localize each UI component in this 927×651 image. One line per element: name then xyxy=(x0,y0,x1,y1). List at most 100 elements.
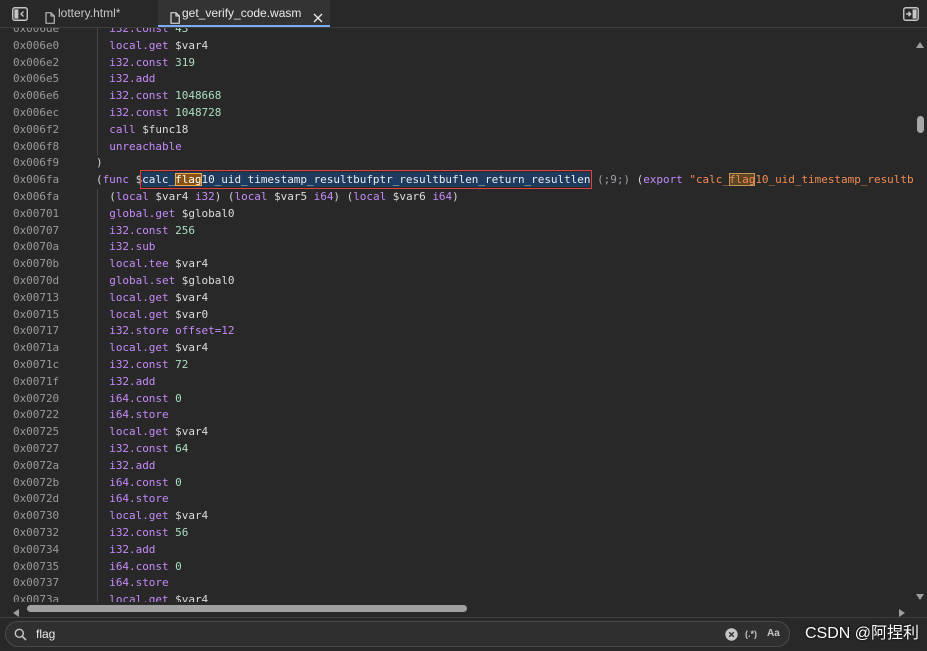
scroll-up-arrow-icon[interactable] xyxy=(916,35,924,53)
scroll-down-arrow-icon[interactable] xyxy=(916,587,924,605)
line-address[interactable]: 0x0072b xyxy=(13,475,59,492)
code-line[interactable]: 0x006f8 unreachable xyxy=(0,138,913,156)
code-line[interactable]: 0x00737 i64.store xyxy=(0,575,913,592)
line-address[interactable]: 0x0071a xyxy=(13,340,59,357)
line-address[interactable]: 0x0070a xyxy=(13,239,59,256)
keyword-token: call xyxy=(109,122,143,136)
keyword-token: local.get xyxy=(109,38,176,52)
line-address[interactable]: 0x00730 xyxy=(13,508,59,525)
keyword-token: i32.add xyxy=(109,458,156,472)
keyword-token: export xyxy=(643,173,690,187)
line-address[interactable]: 0x00722 xyxy=(13,407,59,424)
toggle-debugger-icon[interactable] xyxy=(903,7,919,21)
line-address[interactable]: 0x00701 xyxy=(13,206,59,223)
code-line[interactable]: 0x00732 i32.const 56 xyxy=(0,524,913,542)
line-address[interactable]: 0x00717 xyxy=(13,323,59,340)
line-address[interactable]: 0x006fa xyxy=(13,189,59,206)
code-line[interactable]: 0x00715 local.get $var0 xyxy=(0,306,913,324)
line-address[interactable]: 0x006de xyxy=(13,28,59,38)
code-line[interactable]: 0x0072d i64.store xyxy=(0,491,913,508)
line-address[interactable]: 0x00732 xyxy=(13,525,59,542)
line-address[interactable]: 0x00720 xyxy=(13,391,59,408)
code-line[interactable]: 0x006fa (func $calc_flag10_uid_timestamp_… xyxy=(0,170,913,190)
code-line[interactable]: 0x006ec i32.const 1048728 xyxy=(0,104,913,122)
search-box[interactable]: (.*) Aa xyxy=(5,621,790,647)
tab-lottery-html[interactable]: lottery.html* xyxy=(36,0,156,27)
code-line[interactable]: 0x006e5 i32.add xyxy=(0,71,913,88)
line-code: unreachable xyxy=(96,139,182,156)
toggle-navigator-icon[interactable] xyxy=(12,7,28,21)
line-address[interactable]: 0x00725 xyxy=(13,424,59,441)
code-line[interactable]: 0x0071f i32.add xyxy=(0,373,913,391)
code-line[interactable]: 0x006e6 i32.const 1048668 xyxy=(0,88,913,105)
code-line[interactable]: 0x006e2 i32.const 319 xyxy=(0,54,913,72)
regex-toggle-button[interactable]: (.*) xyxy=(745,622,757,646)
function-name-token: calc_ xyxy=(142,173,176,187)
code-editor[interactable]: 0x006de i32.const 43 0x006e0 local.get $var… xyxy=(0,28,913,602)
horizontal-scroll-thumb[interactable] xyxy=(27,605,467,612)
code-line[interactable]: 0x006f2 call $func18 xyxy=(0,121,913,139)
line-address[interactable]: 0x0073a xyxy=(13,592,59,602)
code-line[interactable]: 0x0072b i64.const 0 xyxy=(0,474,913,492)
line-address[interactable]: 0x00737 xyxy=(13,575,59,592)
code-line[interactable]: 0x00713 local.get $var4 xyxy=(0,289,913,307)
line-address[interactable]: 0x006e6 xyxy=(13,88,59,105)
code-line[interactable]: 0x00725 local.get $var4 xyxy=(0,424,913,441)
line-address[interactable]: 0x0071c xyxy=(13,357,59,374)
code-line[interactable]: 0x0072a i32.add xyxy=(0,457,913,475)
code-line[interactable]: 0x0070b local.tee $var4 xyxy=(0,256,913,273)
code-line[interactable]: 0x00717 i32.store offset=12 xyxy=(0,323,913,340)
close-icon[interactable] xyxy=(312,7,324,23)
vertical-scroll-thumb[interactable] xyxy=(917,116,924,133)
line-address[interactable]: 0x00735 xyxy=(13,559,59,576)
code-line[interactable]: 0x00707 i32.const 256 xyxy=(0,222,913,240)
code-line[interactable]: 0x0070d global.set $global0 xyxy=(0,272,913,290)
code-line[interactable]: 0x00722 i64.store xyxy=(0,407,913,424)
line-address[interactable]: 0x006e5 xyxy=(13,71,59,88)
vertical-scrollbar[interactable] xyxy=(913,28,927,602)
code-line[interactable]: 0x00735 i64.const 0 xyxy=(0,558,913,576)
keyword-token: i32.const xyxy=(109,441,176,455)
line-address[interactable]: 0x0070b xyxy=(13,256,59,273)
line-address[interactable]: 0x0072d xyxy=(13,491,59,508)
horizontal-scrollbar[interactable] xyxy=(0,602,913,617)
code-line[interactable]: 0x00730 local.get $var4 xyxy=(0,508,913,525)
line-address[interactable]: 0x00713 xyxy=(13,290,59,307)
line-address[interactable]: 0x006fa xyxy=(13,172,59,189)
code-line[interactable]: 0x00701 global.get $global0 xyxy=(0,205,913,223)
tab-get-verify-code-wasm[interactable]: get_verify_code.wasm xyxy=(158,0,330,27)
line-address[interactable]: 0x00707 xyxy=(13,223,59,240)
string-token: "calc_ xyxy=(689,173,729,187)
line-address[interactable]: 0x00727 xyxy=(13,441,59,458)
line-address[interactable]: 0x0072a xyxy=(13,458,59,475)
line-address[interactable]: 0x006f9 xyxy=(13,155,59,172)
line-address[interactable]: 0x0071f xyxy=(13,374,59,391)
clear-search-icon[interactable] xyxy=(725,628,738,641)
line-address[interactable]: 0x006f8 xyxy=(13,139,59,156)
code-line[interactable]: 0x0070a i32.sub xyxy=(0,239,913,256)
code-line[interactable]: 0x00720 i64.const 0 xyxy=(0,390,913,408)
match-case-toggle-button[interactable]: Aa xyxy=(767,622,780,646)
identifier-token: $var4 xyxy=(175,290,209,304)
line-address[interactable]: 0x00715 xyxy=(13,307,59,324)
search-input[interactable] xyxy=(36,622,716,646)
code-line[interactable]: 0x006e0 local.get $var4 xyxy=(0,37,913,55)
line-address[interactable]: 0x006e0 xyxy=(13,38,59,55)
keyword-token: i32 xyxy=(194,189,215,203)
line-address[interactable]: 0x006e2 xyxy=(13,55,59,72)
line-address[interactable]: 0x006f2 xyxy=(13,122,59,139)
line-address[interactable]: 0x00734 xyxy=(13,542,59,559)
line-address[interactable]: 0x0070d xyxy=(13,273,59,290)
code-line[interactable]: 0x0071c i32.const 72 xyxy=(0,356,913,374)
code-line[interactable]: 0x006de i32.const 43 xyxy=(0,28,913,38)
code-line[interactable]: 0x006f9) xyxy=(0,155,913,172)
code-line[interactable]: 0x00727 i32.const 64 xyxy=(0,440,913,458)
punctuation-token: ) xyxy=(452,189,459,203)
code-line[interactable]: 0x006fa (local $var4 i32) (local $var5 i6… xyxy=(0,188,913,206)
code-line[interactable]: 0x0073a local.get $var4 xyxy=(0,592,913,602)
identifier-token: $var4 xyxy=(175,38,209,52)
code-line[interactable]: 0x00734 i32.add xyxy=(0,541,913,559)
code-line[interactable]: 0x0071a local.get $var4 xyxy=(0,340,913,357)
line-address[interactable]: 0x006ec xyxy=(13,105,59,122)
line-code: i32.const 72 xyxy=(96,357,188,374)
